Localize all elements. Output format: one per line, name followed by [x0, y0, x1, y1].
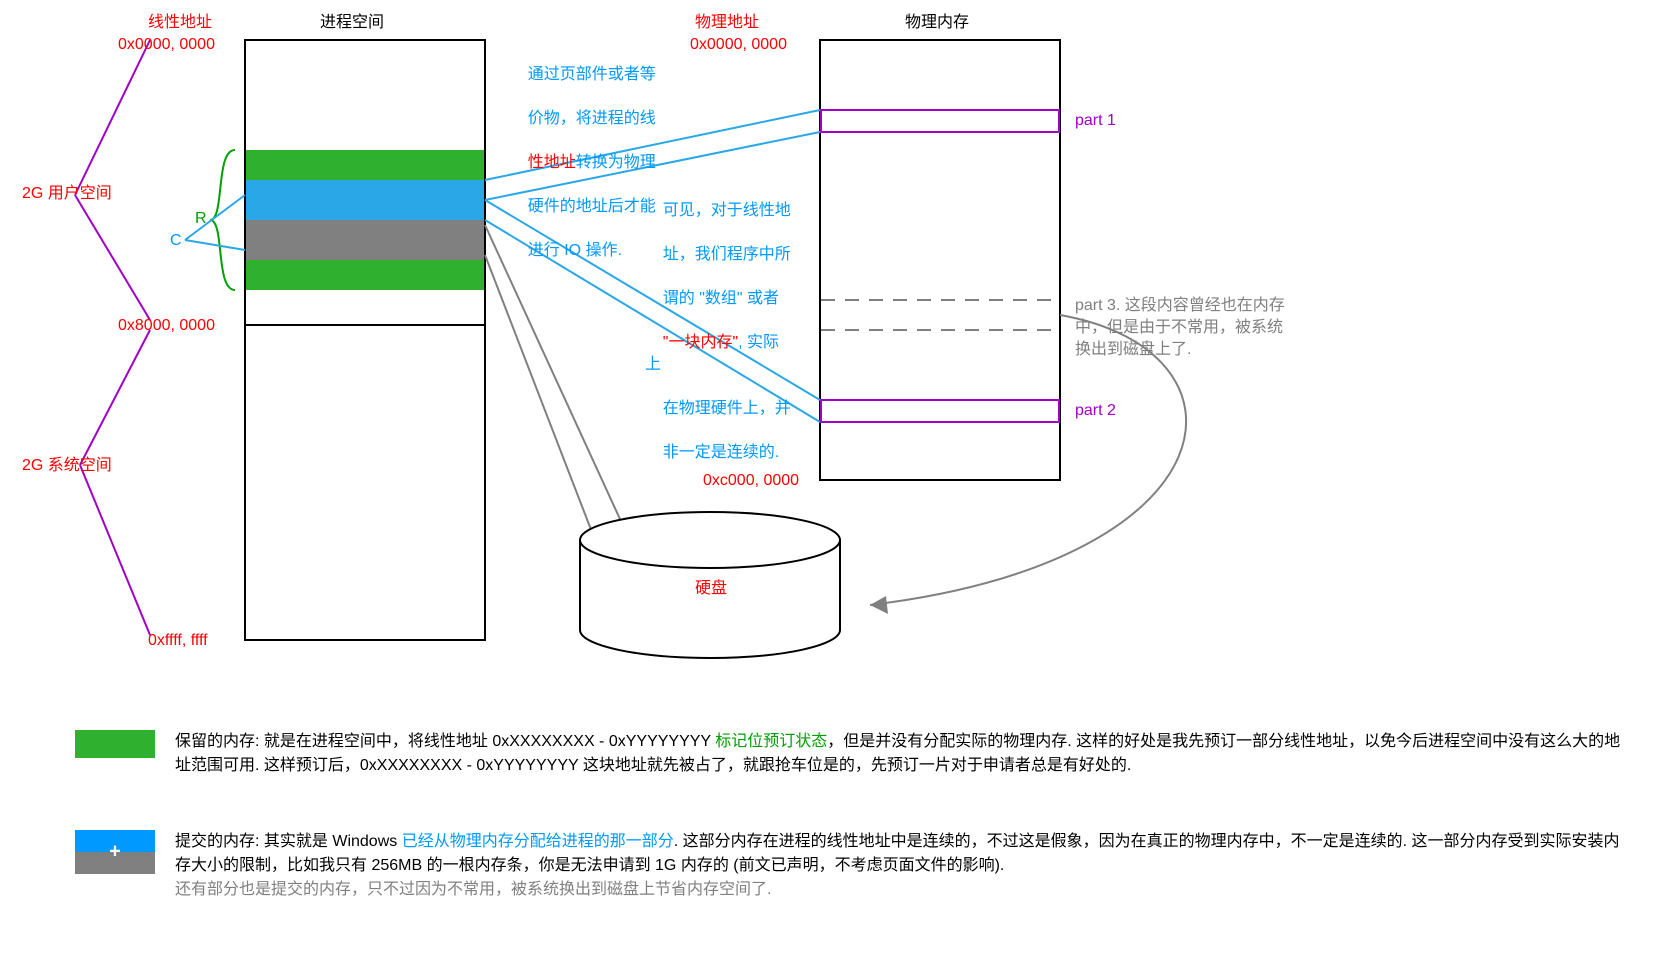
addr-0: 0x0000, 0000 — [118, 34, 215, 56]
physical-addr-title: 物理地址 — [695, 12, 759, 34]
legend-commit: + 提交的内存: 其实就是 Windows 已经从物理内存分配给进程的那一部分.… — [75, 830, 1635, 902]
legend-reserved-swatch — [75, 730, 155, 758]
diagram-stage: 线性地址 进程空间 物理地址 物理内存 0x0000, 0000 0x8000,… — [0, 0, 1674, 978]
reserved-top — [246, 150, 484, 180]
addr-f: 0xffff, ffff — [148, 630, 208, 652]
left-annot-line-3b: 转换为物理 — [576, 154, 656, 171]
left-annot-line-1: 通过页部件或者等 — [528, 66, 656, 83]
legend-commit-head: 提交的内存: 其实就是 Windows — [175, 833, 402, 850]
right-annot-line-4: "一块内存" — [663, 334, 738, 351]
legend-commit-gray: 还有部分也是提交的内存，只不过因为不常用，被系统换出到磁盘上节省内存空间了. — [175, 881, 771, 898]
disk-label: 硬盘 — [695, 578, 727, 600]
legend-commit-swatch: + — [75, 830, 155, 874]
process-space-box — [245, 40, 485, 640]
part3-label: part 3. 这段内容曾经也在内存中，但是由于不常用，被系统换出到磁盘上了. — [1075, 295, 1295, 361]
user-brace-top — [75, 40, 150, 195]
phys-part1 — [821, 110, 1059, 132]
commit-gray — [246, 220, 484, 260]
addr-8: 0x8000, 0000 — [118, 315, 215, 337]
phys-part2 — [821, 400, 1059, 422]
gray-to-disk-2 — [485, 255, 595, 540]
physical-mem-box — [820, 40, 1060, 480]
left-annot-line-3a: 性地址 — [528, 154, 576, 171]
C-line-2 — [185, 240, 245, 250]
part1-label: part 1 — [1075, 110, 1116, 132]
R-label: R — [195, 208, 207, 230]
sys-brace-top — [80, 330, 150, 465]
sys-brace-bot — [80, 465, 150, 635]
user-space: 2G 用户空间 — [22, 183, 112, 205]
swap-arrow-head — [870, 596, 888, 614]
legend-reserved-green: 标记位预订状态 — [715, 733, 827, 750]
sys-space: 2G 系统空间 — [22, 455, 112, 477]
legend-reserved: 保留的内存: 就是在进程空间中，将线性地址 0xXXXXXXXX - 0xYYY… — [75, 730, 1635, 778]
C-label: C — [170, 230, 182, 252]
reserved-bot — [246, 260, 484, 290]
left-annotation: 通过页部件或者等 价物，将进程的线 性地址转换为物理 硬件的地址后才能 进行 I… — [510, 42, 660, 284]
legend-reserved-text: 保留的内存: 就是在进程空间中，将线性地址 0xXXXXXXXX - 0xYYY… — [175, 730, 1635, 778]
phys-0: 0x0000, 0000 — [690, 34, 787, 56]
commit-blue — [246, 180, 484, 220]
right-annot-line-6: 非一定是连续的. — [663, 444, 779, 461]
right-annot-line-1: 可见，对于线性地 — [663, 202, 791, 219]
linear-addr-title: 线性地址 — [148, 12, 212, 34]
right-annot-line-5: 在物理硬件上，并 — [663, 400, 791, 417]
physical-mem-title: 物理内存 — [905, 12, 969, 34]
right-annotation: 可见，对于线性地 址，我们程序中所 谓的 "数组" 或者 "一块内存", 实际上… — [645, 178, 795, 486]
right-annot-line-3a: 谓的 "数组" 或者 — [663, 290, 779, 307]
legend-commit-text: 提交的内存: 其实就是 Windows 已经从物理内存分配给进程的那一部分. 这… — [175, 830, 1635, 902]
legend-commit-blue: 已经从物理内存分配给进程的那一部分 — [402, 833, 674, 850]
legend-reserved-head: 保留的内存: 就是在进程空间中，将线性地址 0xXXXXXXXX - 0xYYY… — [175, 733, 715, 750]
user-brace-bot — [75, 195, 150, 320]
left-annot-line-2: 价物，将进程的线 — [528, 110, 656, 127]
left-annot-line-5: 进行 IO 操作. — [528, 242, 622, 259]
process-space-title: 进程空间 — [320, 12, 384, 34]
left-annot-line-4: 硬件的地址后才能 — [528, 198, 656, 215]
right-annot-line-2: 址，我们程序中所 — [663, 246, 791, 263]
part2-label: part 2 — [1075, 400, 1116, 422]
R-brace — [210, 150, 235, 290]
C-line-1 — [185, 195, 245, 240]
plus-icon: + — [109, 841, 121, 864]
